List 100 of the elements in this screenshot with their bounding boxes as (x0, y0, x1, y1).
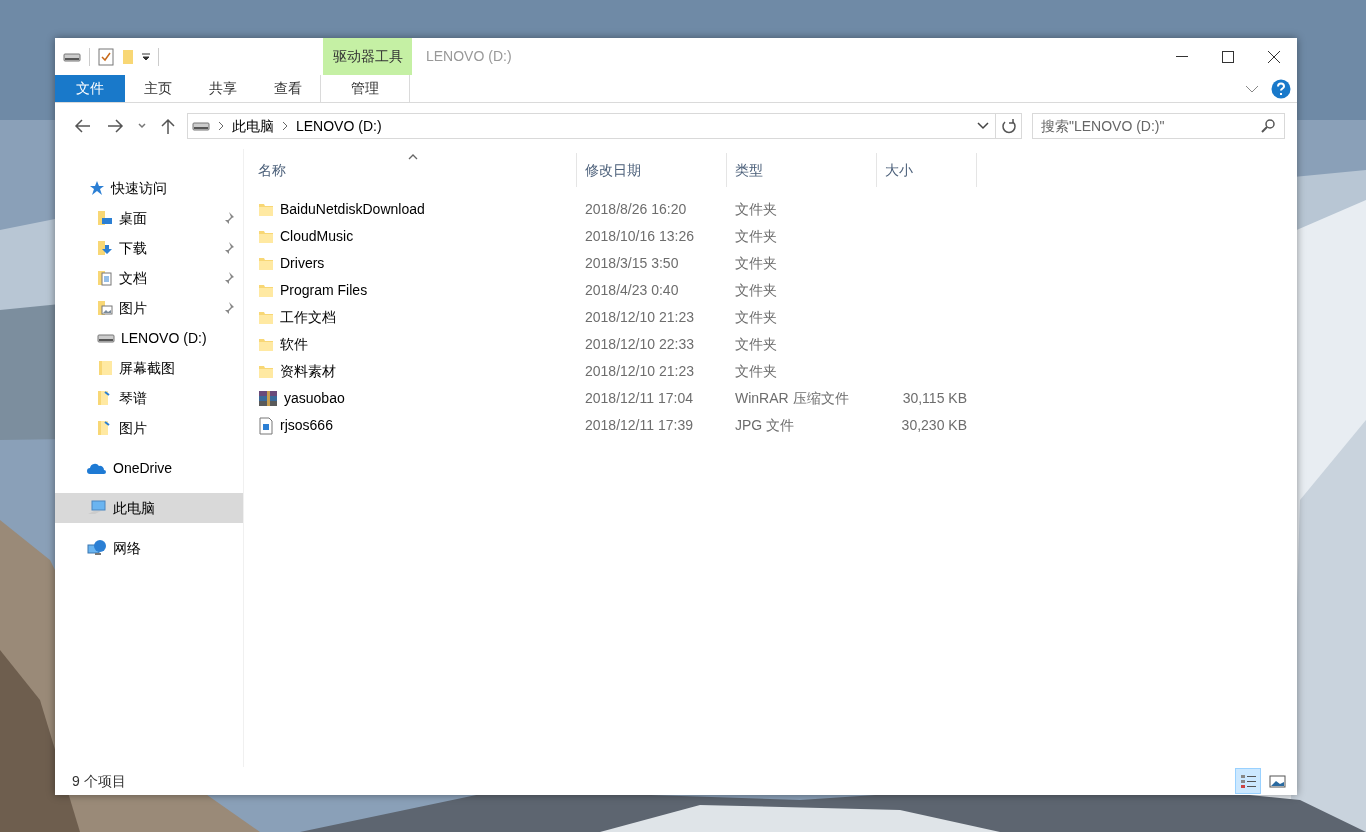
sidebar-label: 屏幕截图 (119, 358, 176, 378)
date-cell-text: 2018/12/10 21:23 (584, 308, 695, 327)
pictures-folder-icon (97, 300, 113, 316)
checklist-icon[interactable] (98, 47, 114, 66)
close-icon (1268, 50, 1280, 63)
date-cell-text: 2018/4/23 0:40 (584, 281, 680, 300)
type-cell-text: 文件夹 (734, 227, 778, 246)
file-name[interactable]: yasuobao (284, 388, 345, 409)
file-name[interactable]: CloudMusic (280, 226, 354, 247)
size-cell-text: 30,115 KB (901, 389, 968, 408)
contextual-tab-group-label: 驱动器工具 (323, 38, 412, 75)
breadcrumb[interactable]: 此电脑 (232, 115, 274, 137)
file-name[interactable]: 软件 (280, 334, 308, 355)
expand-ribbon-icon[interactable] (1245, 85, 1259, 93)
ribbon-tab[interactable]: 共享 (190, 75, 255, 102)
drive-icon[interactable] (63, 51, 81, 62)
dropdown-icon[interactable] (142, 52, 150, 61)
ribbon-tab[interactable]: 管理 (320, 75, 410, 102)
sidebar-label: OneDrive (113, 458, 174, 478)
column-header[interactable]: 名称 (250, 153, 577, 187)
date-cell-text: 2018/12/10 21:23 (584, 362, 695, 381)
folder-icon (258, 336, 274, 353)
address-bar[interactable]: 此电脑 LENOVO (D:) (187, 113, 996, 139)
ribbon-tab[interactable]: 主页 (125, 75, 190, 102)
folder-icon (258, 228, 274, 245)
refresh-button[interactable] (996, 113, 1022, 139)
image-file-icon (258, 416, 274, 435)
sidebar-item[interactable]: 桌面 (55, 203, 243, 233)
type-cell-text: JPG 文件 (734, 416, 796, 435)
breadcrumb[interactable]: LENOVO (D:) (296, 115, 382, 137)
item-count: 9 个项目 (72, 771, 127, 791)
sidebar-label: 网络 (113, 538, 142, 558)
type-cell-text: WinRAR 压缩文件 (734, 389, 850, 408)
date-cell-text: 2018/12/10 22:33 (584, 335, 695, 354)
sidebar-label: 桌面 (119, 208, 148, 228)
size-cell-text: 30,230 KB (900, 416, 968, 435)
sidebar-item[interactable]: OneDrive (55, 453, 243, 483)
sidebar-item[interactable]: 文档 (55, 263, 243, 293)
refresh-icon (1001, 118, 1016, 134)
file-menu-tab[interactable]: 文件 (55, 75, 125, 102)
caret-icon (138, 123, 146, 129)
column-header[interactable]: 类型 (727, 153, 877, 187)
network-icon (87, 539, 107, 557)
sidebar-item[interactable]: 琴谱 (55, 383, 243, 413)
stacked-books-icon (258, 389, 278, 408)
chevron-icon (282, 121, 288, 131)
date-cell-text: 2018/10/16 13:26 (584, 227, 695, 246)
sidebar-item[interactable]: 下载 (55, 233, 243, 263)
file-name[interactable]: 工作文档 (280, 307, 336, 328)
folder-icon (258, 282, 274, 299)
search-icon (1261, 119, 1275, 133)
type-cell-text: 文件夹 (734, 335, 778, 354)
window-title: LENOVO (D:) (425, 47, 512, 66)
folder-icon (258, 255, 274, 272)
sidebar-item[interactable]: 快速访问 (55, 173, 243, 203)
type-cell-text: 文件夹 (734, 200, 778, 219)
file-name[interactable]: rjsos666 (280, 415, 333, 436)
type-cell-text: 文件夹 (734, 362, 778, 381)
sidebar-item[interactable]: 屏幕截图 (55, 353, 243, 383)
sort-ascending-icon (408, 154, 418, 160)
cloud-icon (87, 461, 107, 475)
folder-icon (97, 360, 113, 376)
help-icon[interactable] (1271, 79, 1291, 99)
sidebar-item[interactable]: 图片 (55, 413, 243, 443)
type-cell-text: 文件夹 (734, 254, 778, 273)
sidebar-label: 图片 (119, 418, 148, 438)
date-cell-text: 2018/8/26 16:20 (584, 200, 688, 219)
view-toggle-button[interactable] (1235, 768, 1261, 794)
dropdown-icon[interactable] (977, 122, 989, 130)
up-arrow-icon (161, 118, 175, 134)
drive-icon (97, 333, 115, 343)
sidebar-label: 琴谱 (119, 388, 148, 408)
sidebar-label: LENOVO (D:) (121, 328, 208, 348)
date-cell-text: 2018/12/11 17:04 (584, 389, 694, 408)
file-name[interactable]: BaiduNetdiskDownload (280, 199, 425, 220)
sidebar-label: 快速访问 (111, 178, 168, 198)
download-folder-icon (97, 240, 113, 256)
ribbon-tab[interactable]: 查看 (255, 75, 320, 102)
sidebar-item[interactable]: 此电脑 (55, 493, 243, 523)
date-cell-text: 2018/12/11 17:39 (584, 416, 694, 435)
sidebar-label: 文档 (119, 268, 148, 288)
file-name[interactable]: 资料素材 (280, 361, 336, 382)
column-header[interactable]: 修改日期 (577, 153, 727, 187)
sidebar-item[interactable]: 网络 (55, 533, 243, 563)
column-header[interactable]: 大小 (877, 153, 977, 187)
sidebar-label: 图片 (119, 298, 148, 318)
folder-icon (258, 201, 274, 218)
file-name[interactable]: Drivers (280, 253, 325, 274)
drive-icon (192, 121, 210, 131)
file-name[interactable]: Program Files (280, 280, 368, 301)
document-folder-icon (97, 270, 113, 286)
desktop-folder-icon (97, 210, 113, 226)
date-cell-text: 2018/3/15 3:50 (584, 254, 680, 273)
type-cell-text: 文件夹 (734, 281, 778, 300)
picture-view-icon (1268, 772, 1286, 790)
folder-icon (258, 309, 274, 326)
details-view-icon (1239, 772, 1257, 790)
search-field[interactable]: 搜索"LENOVO (D:)" (1032, 113, 1285, 139)
sidebar-item[interactable]: LENOVO (D:) (55, 323, 243, 353)
sidebar-item[interactable]: 图片 (55, 293, 243, 323)
